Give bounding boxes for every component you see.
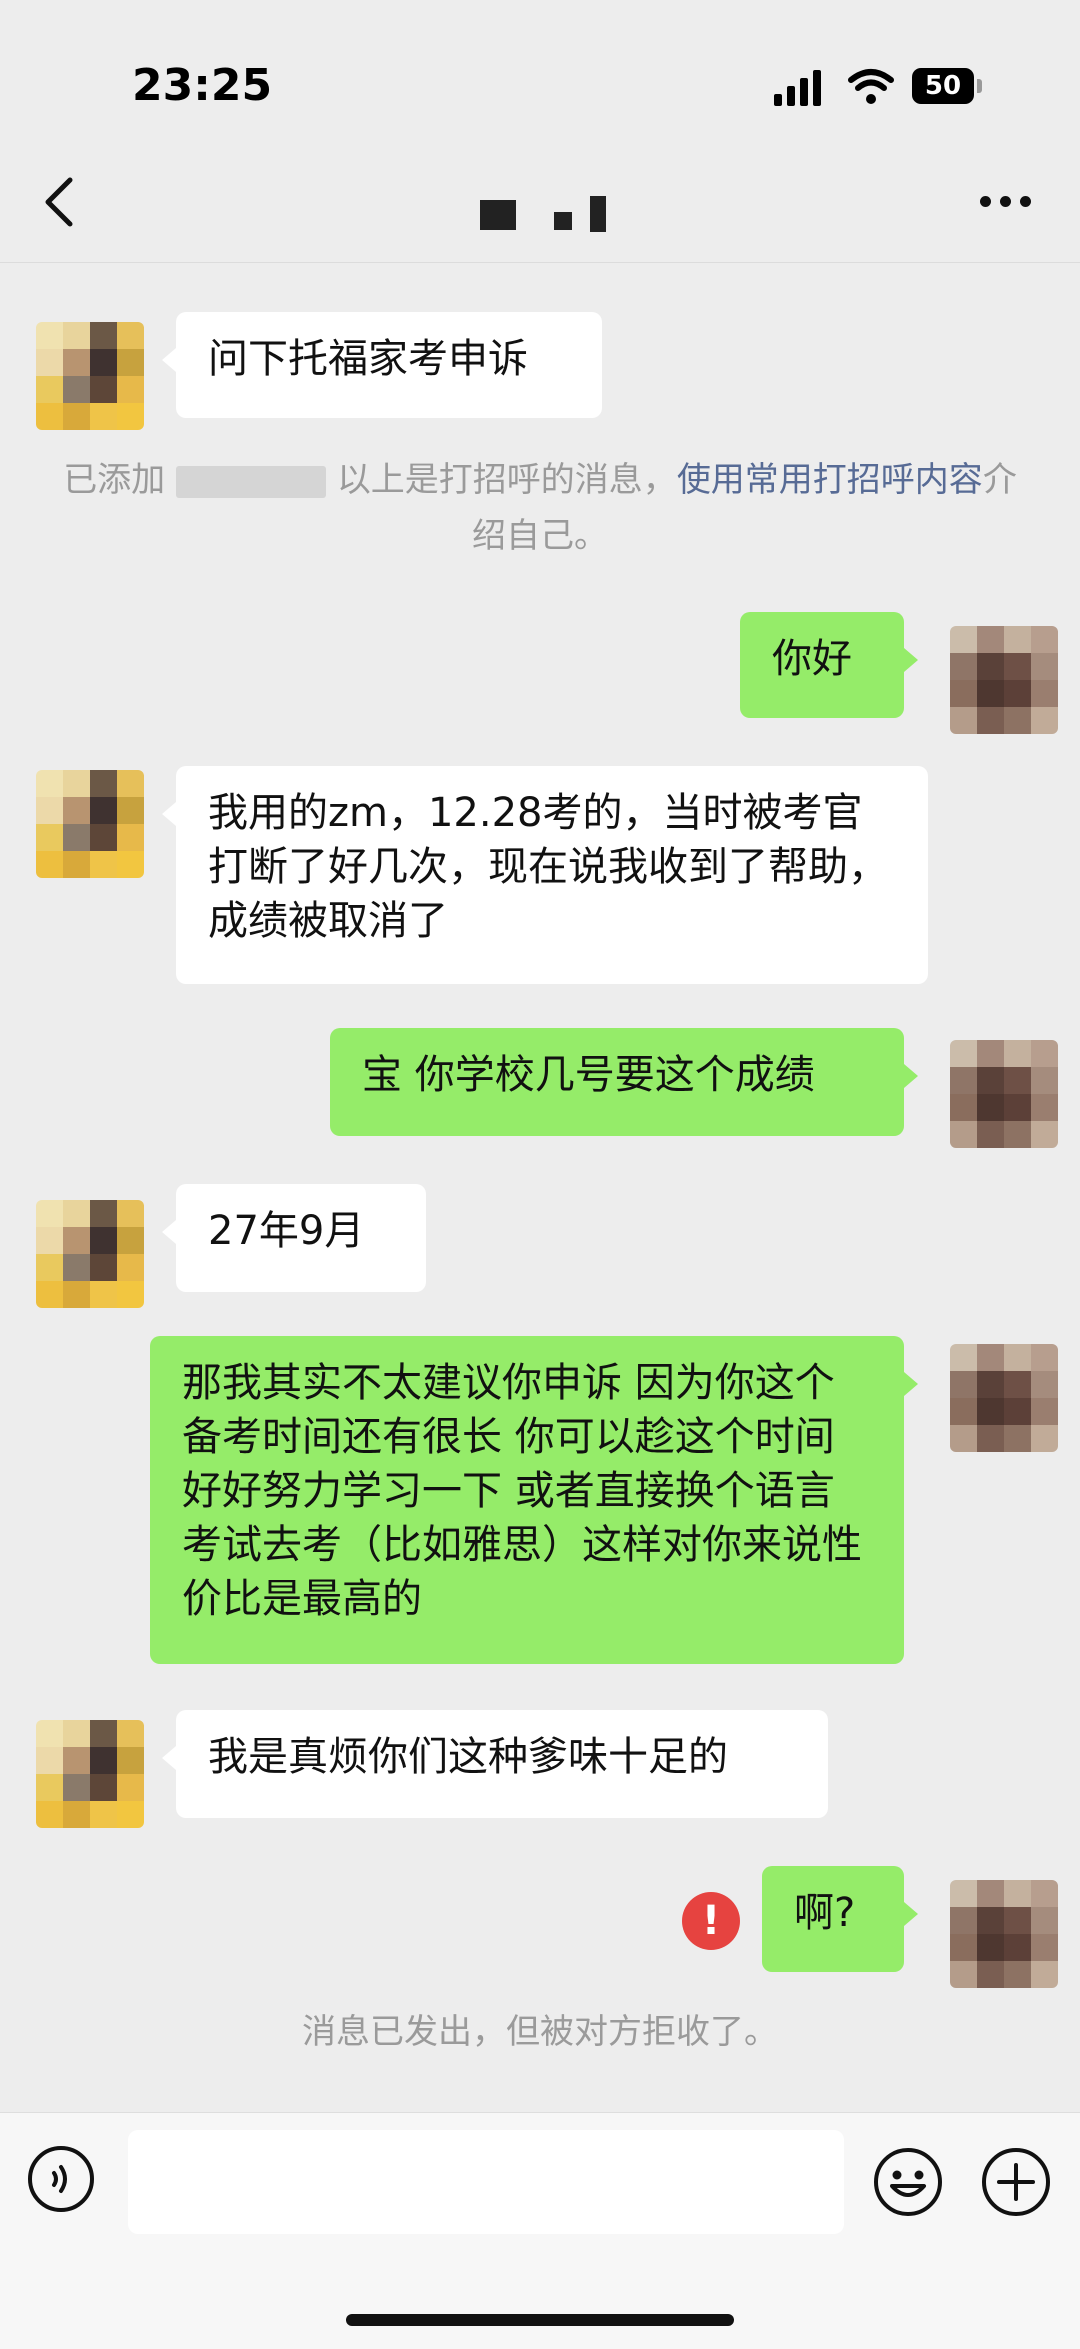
contact-avatar[interactable] [36,1720,144,1828]
message-text: 宝 你学校几号要这个成绩 [362,1052,815,1098]
system-message-rejected: 消息已发出，但被对方拒收了。 [302,2012,778,2052]
status-time: 23:25 [132,60,273,111]
message-text: 那我其实不太建议你申诉 因为你这个备考时间还有很长 你可以趁这个时间好好努力学习… [182,1360,862,1622]
battery-level: 50 [924,71,962,101]
message-text: 我是真烦你们这种爹味十足的 [208,1734,728,1780]
message-bubble-incoming[interactable]: 问下托福家考申诉 [162,312,602,418]
system-message-greeting: 已添加 以上是打招呼的消息，使用常用打招呼内容介绍自己。 [60,452,1020,564]
home-indicator [346,2314,734,2326]
message-bubble-incoming[interactable]: 我是真烦你们这种爹味十足的 [162,1710,828,1818]
plus-icon[interactable] [980,2146,1052,2218]
greeting-template-link[interactable]: 使用常用打招呼内容 [677,460,983,500]
message-bubble-outgoing[interactable]: 你好 [740,612,918,718]
more-icon[interactable] [980,196,1032,210]
my-avatar[interactable] [950,1880,1058,1988]
back-icon[interactable] [40,172,76,232]
message-bubble-outgoing[interactable]: 啊? [762,1866,918,1972]
message-bubble-incoming[interactable]: 27年9月 [162,1184,426,1292]
message-text: 你好 [772,636,852,682]
system-middle: 以上是打招呼的消息， [336,460,677,500]
chat-title [480,196,610,234]
emoji-icon[interactable] [872,2146,944,2218]
message-text: 27年9月 [208,1208,365,1254]
wifi-icon [848,69,894,104]
my-avatar[interactable] [950,626,1058,734]
contact-avatar[interactable] [36,1200,144,1308]
message-text: 问下托福家考申诉 [208,336,528,382]
battery-tip [977,79,982,93]
contact-avatar[interactable] [36,322,144,430]
message-bubble-incoming[interactable]: 我用的zm，12.28考的，当时被考官打断了好几次，现在说我收到了帮助，成绩被取… [162,766,928,984]
system-prefix: 已添加 [63,460,166,500]
my-avatar[interactable] [950,1040,1058,1148]
signal-icon [774,70,826,106]
battery-icon: 50 [912,68,974,104]
contact-avatar[interactable] [36,770,144,878]
message-text: 我用的zm，12.28考的，当时被考官打断了好几次，现在说我收到了帮助，成绩被取… [208,790,888,944]
message-input[interactable] [128,2130,844,2234]
error-icon[interactable]: ! [682,1892,740,1950]
voice-icon[interactable] [28,2146,94,2212]
message-bubble-outgoing[interactable]: 宝 你学校几号要这个成绩 [330,1028,918,1136]
nav-divider [0,262,1080,263]
my-avatar[interactable] [950,1344,1058,1452]
blurred-name [176,465,326,498]
message-text: 啊? [794,1890,856,1936]
message-bubble-outgoing[interactable]: 那我其实不太建议你申诉 因为你这个备考时间还有很长 你可以趁这个时间好好努力学习… [150,1336,918,1664]
